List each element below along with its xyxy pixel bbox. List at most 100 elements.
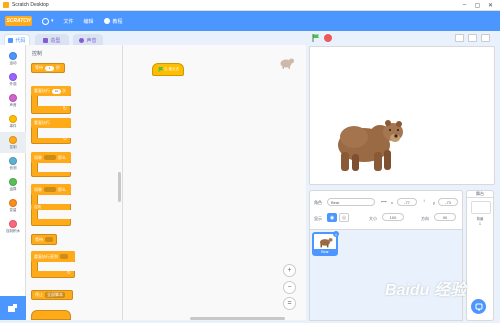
scratch-logo[interactable]: SCRATCH — [5, 16, 32, 26]
sprite-label: 角色 — [314, 200, 322, 205]
block-text: 那么 — [58, 154, 66, 160]
condition-slot[interactable] — [44, 187, 56, 192]
block-text: 那么 — [58, 186, 66, 192]
window-title: Scratch Desktop — [12, 2, 49, 8]
block-input[interactable]: 1 — [45, 65, 54, 71]
watermark: Baidu 经验 — [385, 282, 466, 299]
zoom-in-button[interactable]: + — [283, 264, 296, 277]
category-label: 运动 — [9, 60, 17, 65]
category-operators[interactable]: 运算 — [0, 174, 26, 195]
tab-costumes-label: 造型 — [50, 37, 61, 44]
app-icon — [3, 2, 9, 8]
y-position-input[interactable]: -73 — [438, 198, 458, 206]
if-else-block[interactable]: 如果 那么 否则 — [31, 184, 71, 226]
speaker-icon — [79, 37, 85, 43]
block-text: 等待 — [35, 236, 43, 242]
tab-costumes[interactable]: 造型 — [35, 34, 69, 45]
block-slot — [37, 195, 71, 204]
block-text: 次 — [62, 88, 66, 93]
paint-icon — [43, 37, 49, 43]
add-extension-button[interactable] — [0, 296, 26, 320]
stop-button[interactable] — [324, 34, 332, 42]
fullscreen-button[interactable] — [481, 34, 490, 42]
control-dot — [9, 135, 17, 144]
category-my-blocks[interactable]: 自制积木 — [0, 216, 26, 237]
show-label: 显示 — [314, 216, 322, 221]
forever-block[interactable]: 重复执行 ↻ — [31, 118, 71, 144]
variables-dot — [9, 198, 17, 207]
maximize-button[interactable]: ▢ — [472, 1, 483, 9]
condition-slot[interactable] — [60, 254, 68, 259]
block-text: 如果 — [34, 154, 42, 160]
if-block[interactable]: 如果 那么 — [31, 152, 71, 177]
category-label: 运算 — [9, 186, 17, 191]
condition-slot[interactable] — [45, 237, 53, 242]
direction-label: 方向 — [421, 216, 429, 221]
size-input[interactable]: 100 — [382, 213, 404, 221]
palette-scrollbar[interactable] — [118, 172, 121, 202]
wait-seconds-block[interactable]: 等待 1 秒 — [31, 63, 65, 73]
stage-canvas[interactable] — [309, 46, 495, 185]
category-events[interactable]: 事件 — [0, 111, 26, 132]
tab-sounds-label: 声音 — [86, 37, 97, 44]
zoom-out-button[interactable]: − — [283, 281, 296, 294]
category-label: 变量 — [9, 207, 17, 212]
large-stage-button[interactable] — [468, 34, 477, 42]
file-menu[interactable]: 文件 — [64, 18, 74, 25]
language-menu[interactable]: ▾ — [42, 17, 54, 25]
close-icon: × — [334, 231, 338, 237]
category-label: 外观 — [9, 81, 17, 86]
category-looks[interactable]: 外观 — [0, 69, 26, 90]
bear-sprite[interactable] — [332, 112, 407, 174]
block-input[interactable]: 10 — [52, 88, 61, 94]
if-else-block-header: 如果 那么 — [31, 184, 71, 195]
zoom-reset-button[interactable]: = — [283, 297, 296, 310]
script-horizontal-scrollbar[interactable] — [190, 317, 285, 320]
minimize-button[interactable]: – — [459, 1, 470, 9]
stop-option-dropdown[interactable]: 全部脚本 — [45, 292, 65, 298]
category-label: 控制 — [9, 144, 17, 149]
category-variables[interactable]: 变量 — [0, 195, 26, 216]
edit-menu[interactable]: 编辑 — [84, 18, 94, 25]
loop-arrow-icon: ↻ — [62, 136, 67, 142]
sprite-card-bear[interactable]: Bear × — [312, 231, 339, 256]
category-menu: 运动 外观 声音 事件 控制 侦测 运算 变量 自制积木 — [0, 45, 26, 296]
x-position-input[interactable]: -77 — [397, 198, 417, 206]
category-sensing[interactable]: 侦测 — [0, 153, 26, 174]
choose-sprite-button[interactable] — [471, 299, 486, 314]
forever-block-header: 重复执行 — [31, 118, 71, 128]
sensing-dot — [9, 156, 17, 165]
direction-input[interactable]: 90 — [434, 213, 456, 221]
bear-icon — [280, 58, 294, 69]
block-text: 重复执行 — [34, 120, 50, 125]
stop-block[interactable]: 停止 全部脚本 — [31, 290, 73, 300]
category-sound[interactable]: 声音 — [0, 90, 26, 111]
repeat-block[interactable]: 重复执行 10 次 ↻ — [31, 86, 71, 114]
green-flag-button[interactable] — [312, 34, 320, 42]
block-text: 等待 — [35, 65, 43, 70]
category-motion[interactable]: 运动 — [0, 48, 26, 69]
chevron-down-icon: ▾ — [51, 18, 54, 24]
y-label: y — [433, 200, 435, 205]
wait-until-block[interactable]: 等待 — [31, 234, 57, 245]
hide-button[interactable]: ◎ — [339, 213, 349, 222]
category-control[interactable]: 控制 — [0, 132, 26, 153]
condition-slot[interactable] — [44, 155, 56, 160]
tab-sounds[interactable]: 声音 — [73, 34, 103, 45]
block-slot — [37, 163, 71, 172]
when-flag-clicked-block[interactable]: 当 被点击 — [152, 63, 184, 76]
x-label: x — [391, 200, 393, 205]
repeat-until-block[interactable]: 重复执行直到 ↻ — [31, 251, 75, 278]
sprite-info-panel: 角色 Bear ⟷ x -77 ↕ y -73 显示 ◉ ◎ 大小 100 方向… — [309, 190, 463, 230]
sprite-name-input[interactable]: Bear — [327, 198, 375, 206]
show-visible-button[interactable]: ◉ — [327, 213, 337, 222]
menu-bar: SCRATCH ▾ 文件 编辑 教程 — [0, 11, 500, 31]
close-button[interactable]: ✕ — [485, 1, 496, 9]
script-area[interactable] — [123, 45, 306, 320]
when-start-as-clone-block[interactable] — [31, 310, 71, 320]
small-stage-button[interactable] — [455, 34, 464, 42]
tutorials-menu[interactable]: 教程 — [103, 18, 123, 25]
tab-code[interactable]: 代码 — [4, 34, 30, 45]
palette-heading: 控制 — [32, 51, 43, 57]
delete-sprite-button[interactable]: × — [333, 231, 339, 237]
